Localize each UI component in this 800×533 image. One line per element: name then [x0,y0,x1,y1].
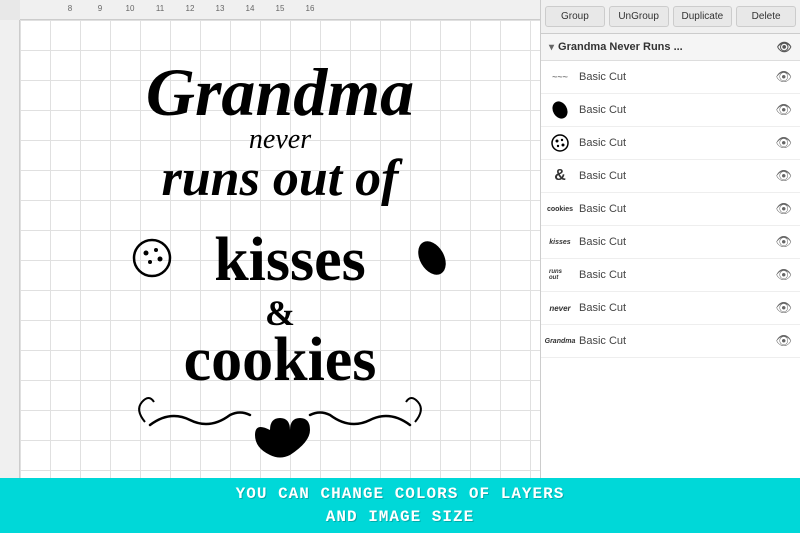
layer-eye-icon[interactable]: 👁 [775,333,792,349]
layer-eye-icon[interactable]: 👁 [775,201,792,217]
layer-name: Basic Cut [579,203,771,215]
right-panel: Group UnGroup Duplicate Delete ▾ Grandma… [540,0,800,490]
ruler-tick: 8 [68,4,72,13]
grid-canvas: Grandma never runs out of kisses & cooki… [20,20,540,490]
layer-name: Basic Cut [579,71,771,83]
layer-thumbnail [549,132,571,154]
layer-thumbnail: runs out [549,264,571,286]
ruler-tick: 11 [156,4,164,13]
layer-name: Basic Cut [579,302,771,314]
list-item[interactable]: cookies Basic Cut 👁 [541,193,800,226]
canvas-area: 8 9 10 11 12 13 14 15 16 Grandma never r… [0,0,540,490]
bottom-banner: YOU CAN CHANGE COLORS OF LAYERS AND IMAG… [0,478,800,533]
layer-name: Basic Cut [579,335,771,347]
svg-text:runs out of: runs out of [162,150,404,207]
layer-thumbnail: ~~~ [549,66,571,88]
banner-line1: YOU CAN CHANGE COLORS OF LAYERS [236,483,565,505]
collapse-icon[interactable]: ▾ [549,42,554,53]
list-item[interactable]: ~~~ Basic Cut 👁 [541,61,800,94]
svg-text:cookies: cookies [184,326,377,394]
ruler-tick: 16 [306,4,315,13]
design-image: Grandma never runs out of kisses & cooki… [70,45,490,465]
list-item[interactable]: & Basic Cut 👁 [541,160,800,193]
layer-thumbnail: Grandma [549,330,571,352]
ruler-left [0,20,20,490]
panel-eye-icon[interactable]: 👁 [777,40,792,54]
layer-eye-icon[interactable]: 👁 [775,135,792,151]
ruler-top: 8 9 10 11 12 13 14 15 16 [20,0,540,20]
group-button[interactable]: Group [545,6,605,27]
layers-list: ~~~ Basic Cut 👁 Basic Cut 👁 Basic Cut 👁 … [541,61,800,490]
layer-eye-icon[interactable]: 👁 [775,69,792,85]
layer-eye-icon[interactable]: 👁 [775,102,792,118]
list-item[interactable]: Basic Cut 👁 [541,94,800,127]
ruler-tick: 12 [186,4,195,13]
list-item[interactable]: Grandma Basic Cut 👁 [541,325,800,358]
layer-thumbnail: kisses [549,231,571,253]
layer-name: Basic Cut [579,170,771,182]
layer-name: Basic Cut [579,137,771,149]
list-item[interactable]: kisses Basic Cut 👁 [541,226,800,259]
svg-text:Grandma: Grandma [146,54,414,130]
list-item[interactable]: Basic Cut 👁 [541,127,800,160]
layer-eye-icon[interactable]: 👁 [775,168,792,184]
ruler-tick: 14 [246,4,255,13]
layer-thumbnail: & [549,165,571,187]
ruler-tick: 9 [98,4,102,13]
layer-eye-icon[interactable]: 👁 [775,267,792,283]
panel-header: ▾ Grandma Never Runs ... 👁 [541,34,800,61]
panel-title: Grandma Never Runs ... [558,41,683,53]
layer-thumbnail: never [549,297,571,319]
list-item[interactable]: runs out Basic Cut 👁 [541,259,800,292]
layer-eye-icon[interactable]: 👁 [775,300,792,316]
delete-button[interactable]: Delete [736,6,796,27]
ruler-tick: 15 [276,4,285,13]
layer-name: Basic Cut [579,104,771,116]
panel-toolbar: Group UnGroup Duplicate Delete [541,0,800,34]
ruler-tick: 10 [126,4,135,13]
svg-text:kisses: kisses [214,226,366,294]
layer-eye-icon[interactable]: 👁 [775,234,792,250]
list-item[interactable]: never Basic Cut 👁 [541,292,800,325]
layer-name: Basic Cut [579,269,771,281]
ungroup-button[interactable]: UnGroup [609,6,669,27]
layer-thumbnail: cookies [549,198,571,220]
duplicate-button[interactable]: Duplicate [673,6,733,27]
layer-thumbnail [549,99,571,121]
layer-name: Basic Cut [579,236,771,248]
ruler-tick: 13 [216,4,225,13]
banner-line2: AND IMAGE SIZE [326,506,474,528]
